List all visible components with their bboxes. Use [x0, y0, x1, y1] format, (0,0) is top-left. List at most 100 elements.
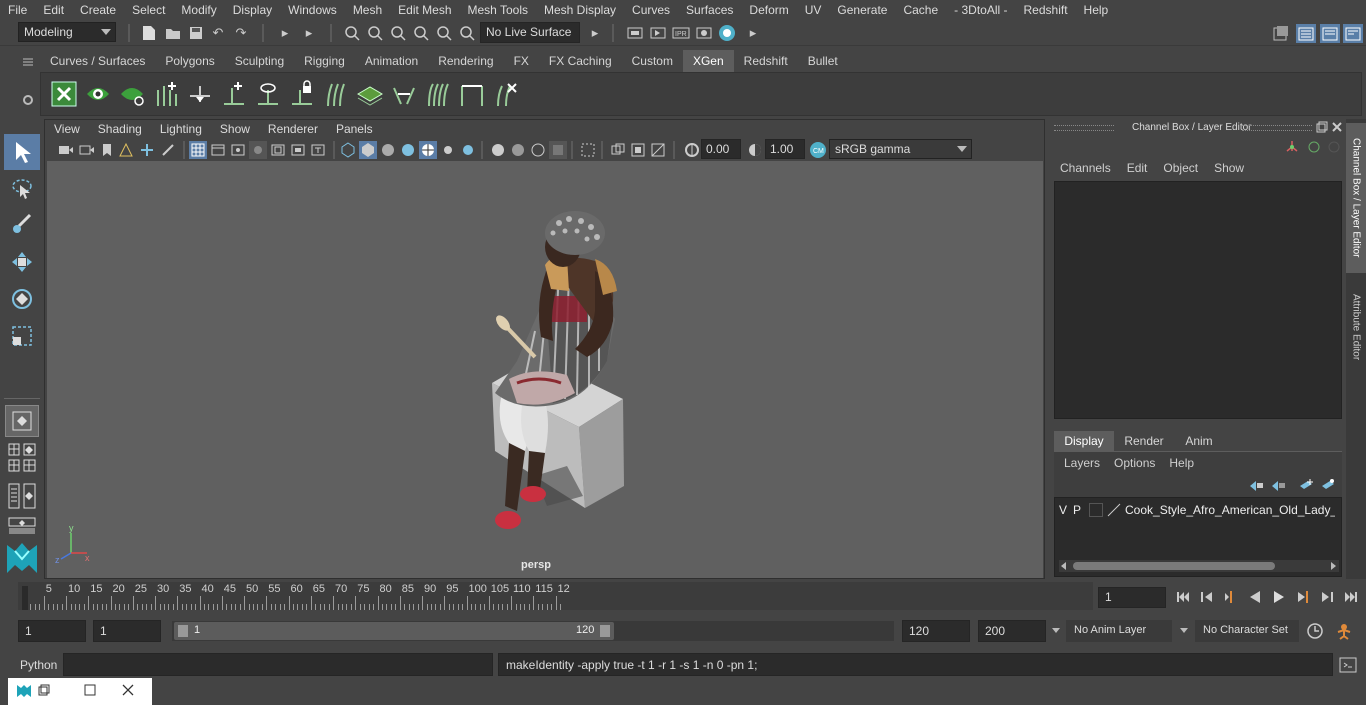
- wireframe-on-shaded-icon[interactable]: [379, 141, 397, 159]
- collapse-arrow-icon[interactable]: ▸: [276, 24, 294, 42]
- interactive-groom-icon[interactable]: [423, 79, 453, 109]
- close-window-icon[interactable]: [122, 684, 134, 696]
- collapse-arrow-icon[interactable]: ▸: [300, 24, 318, 42]
- safe-title-icon[interactable]: [309, 141, 327, 159]
- snap-view-icon[interactable]: [458, 24, 476, 42]
- scene-end-field[interactable]: 200: [978, 620, 1046, 642]
- isolate-select-icon[interactable]: [579, 141, 597, 159]
- paint-select-tool-button[interactable]: [5, 208, 39, 240]
- checkered-icon[interactable]: [419, 141, 437, 159]
- range-end-grip[interactable]: [600, 625, 610, 637]
- camera-attributes-icon[interactable]: [78, 141, 96, 159]
- edit-menu[interactable]: Edit: [1127, 161, 1148, 175]
- tab-animation[interactable]: Animation: [355, 50, 428, 72]
- layer-tab-anim[interactable]: Anim: [1174, 431, 1224, 451]
- rotate-tool-button[interactable]: [5, 283, 39, 315]
- wireframe-icon[interactable]: [339, 141, 357, 159]
- float-panel-icon[interactable]: [1316, 121, 1328, 133]
- collapse-arrow-icon[interactable]: ▸: [586, 24, 604, 42]
- menu-file[interactable]: File: [0, 3, 35, 17]
- undo-icon[interactable]: ↶: [209, 24, 227, 42]
- layer-help-menu[interactable]: Help: [1169, 456, 1194, 470]
- xgen-editor-icon[interactable]: [49, 79, 79, 109]
- shadows-icon[interactable]: [459, 141, 477, 159]
- render-sequence-icon[interactable]: [649, 24, 667, 42]
- guide-curves-icon[interactable]: [321, 79, 351, 109]
- restore-window-icon[interactable]: [38, 684, 50, 696]
- lasso-tool-button[interactable]: [5, 173, 39, 205]
- snap-plane-icon[interactable]: [412, 24, 430, 42]
- current-frame-field[interactable]: 1: [1098, 587, 1166, 608]
- snap-curve-icon[interactable]: [366, 24, 384, 42]
- move-tool-button[interactable]: [5, 246, 39, 278]
- xray-joints-icon[interactable]: [629, 141, 647, 159]
- go-to-end-icon[interactable]: [1342, 588, 1360, 606]
- tab-fx-caching[interactable]: FX Caching: [539, 50, 622, 72]
- grid-toggle-icon[interactable]: [189, 141, 207, 159]
- panel-menu-view[interactable]: View: [45, 122, 89, 136]
- add-guide-icon[interactable]: [219, 79, 249, 109]
- shelf-tabs-menu-icon[interactable]: [20, 55, 36, 69]
- two-view-layout-button[interactable]: [5, 458, 39, 474]
- render-settings-icon[interactable]: [695, 24, 713, 42]
- drag-handle[interactable]: [1054, 125, 1114, 131]
- step-back-frame-icon[interactable]: [1222, 588, 1240, 606]
- exposure-field[interactable]: 0.00: [701, 139, 741, 159]
- object-menu[interactable]: Object: [1163, 161, 1198, 175]
- save-scene-icon[interactable]: [187, 24, 205, 42]
- scroll-right-icon[interactable]: [1331, 562, 1336, 570]
- menu-3dtoall[interactable]: - 3DtoAll -: [946, 3, 1015, 17]
- resolution-gate-icon[interactable]: [229, 141, 247, 159]
- visibility-toggle[interactable]: V: [1059, 503, 1073, 517]
- script-language-label[interactable]: Python: [20, 658, 57, 672]
- panel-menu-panels[interactable]: Panels: [327, 122, 382, 136]
- film-gate-icon[interactable]: [209, 141, 227, 159]
- add-guides-icon[interactable]: [151, 79, 181, 109]
- lock-guides-icon[interactable]: [287, 79, 317, 109]
- command-input[interactable]: [63, 653, 493, 676]
- sculpt-guide-icon[interactable]: [253, 79, 283, 109]
- perspective-viewport[interactable]: y x z persp: [47, 161, 1043, 578]
- menu-mesh-display[interactable]: Mesh Display: [536, 3, 624, 17]
- shelf-settings-icon[interactable]: [20, 92, 36, 108]
- menu-uv[interactable]: UV: [797, 3, 830, 17]
- scrollbar-thumb[interactable]: [1073, 562, 1275, 570]
- menu-mesh[interactable]: Mesh: [345, 3, 390, 17]
- four-view-layout-button[interactable]: [5, 442, 39, 458]
- collapse-arrow-icon[interactable]: ▸: [744, 24, 762, 42]
- tab-custom[interactable]: Custom: [622, 50, 683, 72]
- maximize-window-icon[interactable]: [84, 684, 96, 696]
- tab-fx[interactable]: FX: [504, 50, 539, 72]
- live-surface-field[interactable]: No Live Surface: [480, 22, 580, 43]
- menu-generate[interactable]: Generate: [829, 3, 895, 17]
- select-tool-button[interactable]: [4, 134, 40, 170]
- graph-layout-button[interactable]: [5, 516, 39, 536]
- menu-curves[interactable]: Curves: [624, 3, 678, 17]
- hypershade-icon[interactable]: [718, 24, 736, 42]
- toggle-attribute-editor-icon[interactable]: [1320, 24, 1340, 43]
- channel-list[interactable]: [1054, 181, 1342, 419]
- image-plane-icon[interactable]: [117, 141, 135, 159]
- depth-of-field-icon[interactable]: [549, 141, 567, 159]
- bookmark-icon[interactable]: [98, 141, 116, 159]
- menu-modify[interactable]: Modify: [173, 3, 224, 17]
- delete-guides-icon[interactable]: [491, 79, 521, 109]
- menu-windows[interactable]: Windows: [280, 3, 345, 17]
- snap-surface-icon[interactable]: [435, 24, 453, 42]
- move-layer-up-icon[interactable]: [1248, 478, 1264, 492]
- menu-edit[interactable]: Edit: [35, 3, 72, 17]
- current-time-marker[interactable]: [22, 586, 28, 610]
- xray-icon[interactable]: [609, 141, 627, 159]
- tab-polygons[interactable]: Polygons: [155, 50, 224, 72]
- color-space-dropdown[interactable]: sRGB gamma: [829, 139, 972, 159]
- tab-rendering[interactable]: Rendering: [428, 50, 503, 72]
- open-scene-icon[interactable]: [164, 24, 182, 42]
- layers-menu[interactable]: Layers: [1064, 456, 1100, 470]
- tab-sculpting[interactable]: Sculpting: [225, 50, 294, 72]
- side-tab-attribute-editor[interactable]: Attribute Editor: [1346, 281, 1366, 373]
- select-camera-icon[interactable]: [57, 141, 75, 159]
- play-backward-icon[interactable]: [1246, 588, 1264, 606]
- snap-grid-icon[interactable]: [343, 24, 361, 42]
- textured-icon[interactable]: [399, 141, 417, 159]
- gamma-field[interactable]: 1.00: [765, 139, 805, 159]
